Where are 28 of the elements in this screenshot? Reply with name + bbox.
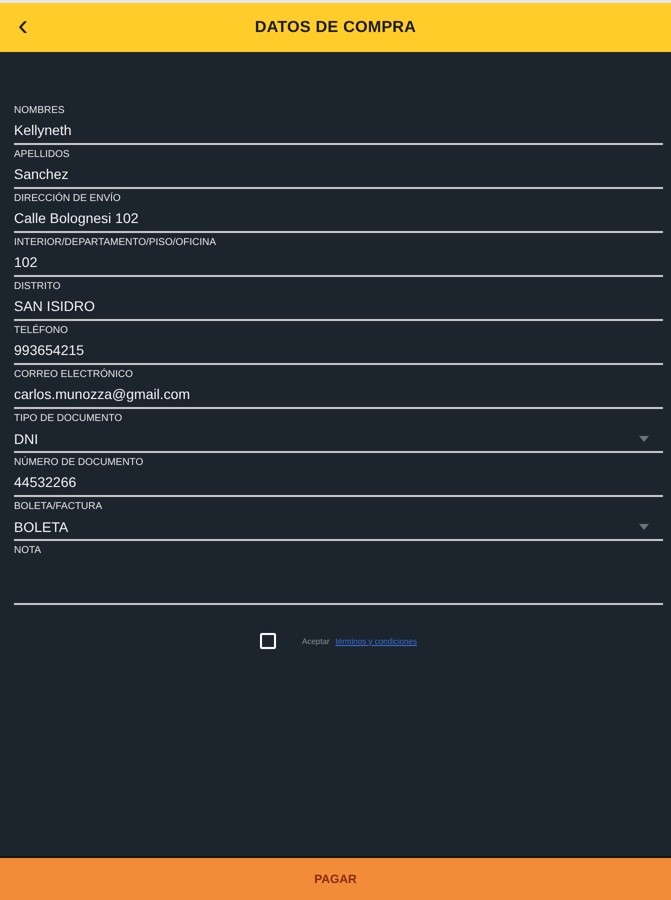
field-label: NOMBRES	[14, 104, 66, 118]
field-label: CORREO ELECTRÓNICO	[14, 368, 134, 382]
field-label: DISTRITO	[14, 280, 62, 294]
pay-button[interactable]: PAGAR	[0, 856, 671, 900]
field-label: NÚMERO DE DOCUMENTO	[14, 456, 144, 470]
select-field[interactable]: DNI	[14, 426, 663, 453]
input-field[interactable]: Sanchez	[14, 162, 663, 189]
input-field[interactable]: SAN ISIDRO	[14, 294, 663, 321]
field-label: DIRECCIÓN DE ENVÍO	[14, 192, 122, 206]
input-field[interactable]: Calle Bolognesi 102	[14, 206, 663, 233]
input-field[interactable]: 44532266	[14, 470, 663, 497]
input-field[interactable]: Kellyneth	[14, 118, 663, 145]
caret-icon	[639, 524, 649, 530]
caret-icon	[639, 436, 649, 442]
select-field[interactable]: BOLETA	[14, 514, 663, 541]
field-label: TIPO DE DOCUMENTO	[14, 412, 124, 426]
input-field[interactable]: 993654215	[14, 338, 663, 365]
field-label: APELLIDOS	[14, 148, 71, 162]
terms-checkbox[interactable]	[260, 633, 276, 649]
terms-text: Aceptar	[302, 636, 330, 646]
field-label: NOTA	[14, 544, 42, 558]
input-field[interactable]: carlos.munozza@gmail.com	[14, 382, 663, 409]
input-field[interactable]: 102	[14, 250, 663, 277]
field-label: BOLETA/FACTURA	[14, 500, 104, 514]
page-title: DATOS DE COMPRA	[254, 18, 416, 36]
back-button[interactable]: ‹	[12, 7, 34, 45]
field-label: TELÉFONO	[14, 324, 69, 338]
field-label: INTERIOR/DEPARTAMENTO/PISO/OFICINA	[14, 236, 218, 250]
